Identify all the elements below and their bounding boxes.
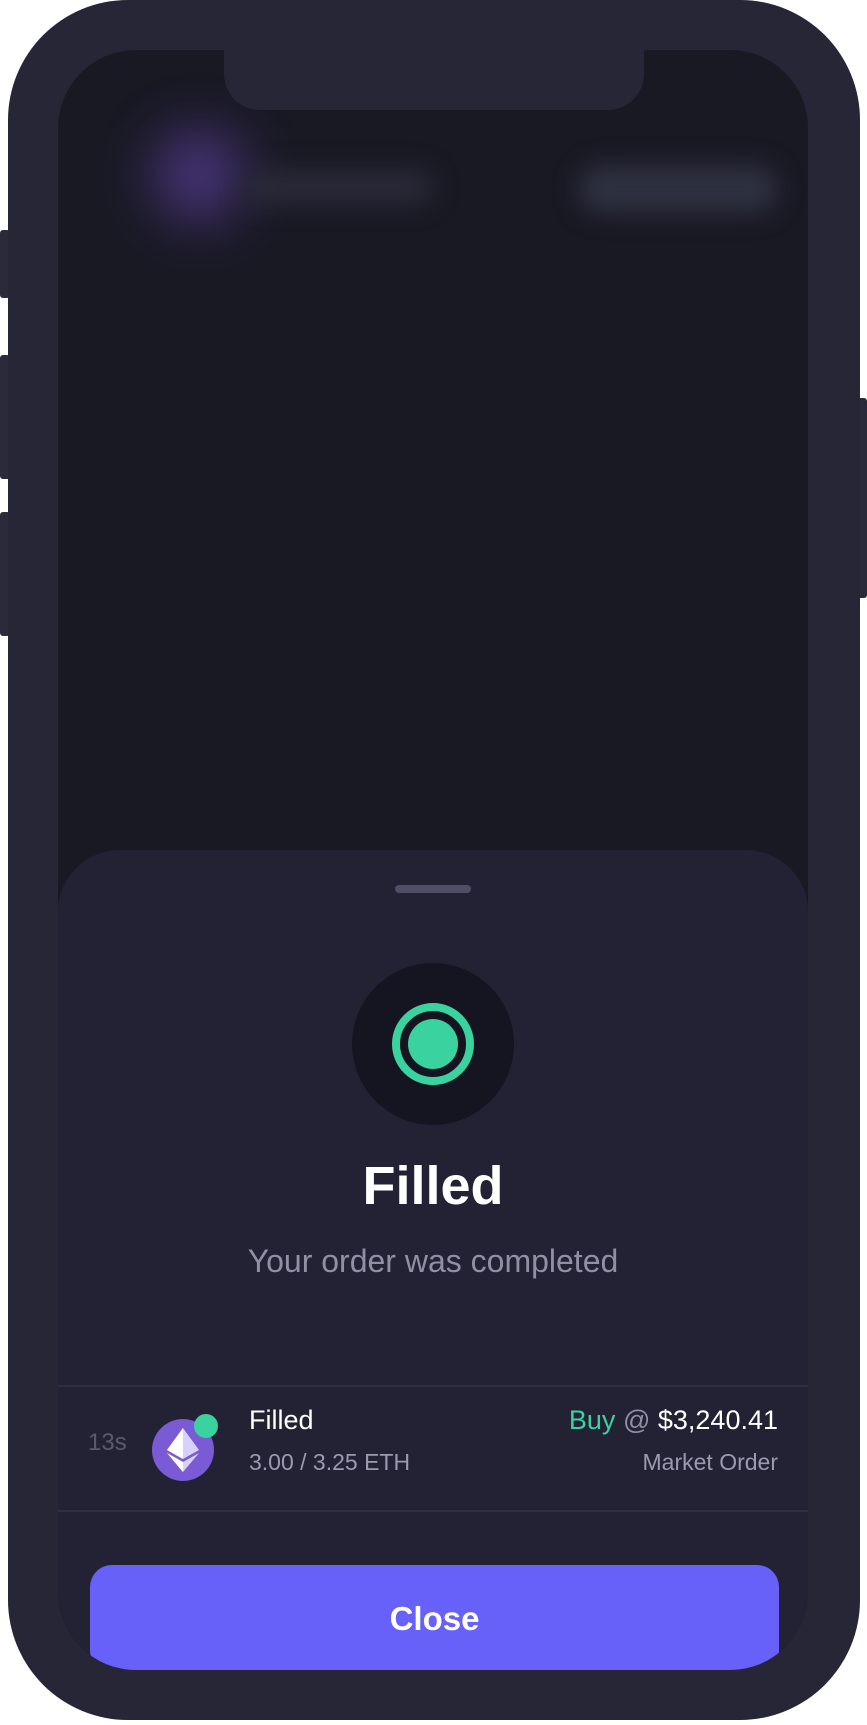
ethereum-icon: [167, 1428, 199, 1472]
order-side: Buy: [568, 1405, 616, 1435]
online-status-dot: [194, 1414, 218, 1438]
order-price: $3,240.41: [657, 1405, 778, 1435]
blurred-header-text: [243, 170, 433, 204]
bottom-sheet: Filled Your order was completed 13s Fill…: [58, 850, 808, 1670]
order-status: Filled: [249, 1405, 314, 1435]
order-at-symbol: @: [622, 1405, 651, 1435]
divider-bottom: [58, 1510, 808, 1512]
close-button[interactable]: Close: [90, 1565, 779, 1670]
status-icon-container: [352, 963, 514, 1125]
status-subtitle: Your order was completed: [247, 1243, 619, 1279]
status-title: Filled: [362, 1156, 504, 1216]
sheet-drag-handle[interactable]: [395, 885, 471, 893]
blurred-avatar: [154, 130, 244, 220]
radio-check-icon: [392, 1003, 474, 1085]
order-price-line: Buy @ $3,240.41: [569, 1405, 778, 1436]
phone-screen: Filled Your order was completed 13s Fill…: [58, 50, 808, 1670]
order-row[interactable]: 13s Filled 3.00 / 3.25 ETH Buy @ $3,240.…: [58, 1387, 808, 1509]
status-dot: [408, 1019, 458, 1069]
order-quantity: 3.00 / 3.25 ETH: [249, 1449, 411, 1475]
phone-notch: [224, 50, 644, 110]
order-age: 13s: [88, 1429, 127, 1456]
order-type: Market Order: [642, 1449, 778, 1475]
blurred-header-pill: [578, 165, 778, 213]
